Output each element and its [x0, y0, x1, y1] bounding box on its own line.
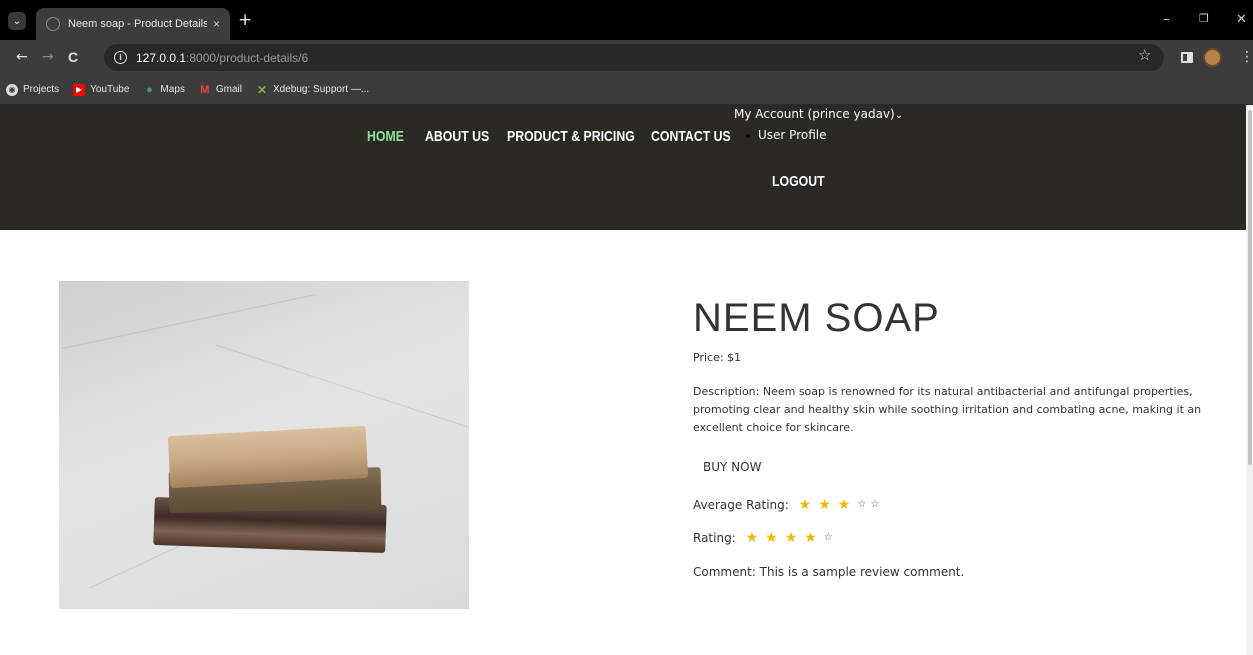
star-filled-icon: ★: [798, 497, 812, 513]
review-comment: Comment: This is a sample review comment…: [693, 565, 965, 579]
user-rating: Rating: ★ ★ ★ ★ ☆: [693, 531, 837, 545]
new-tab-button[interactable]: +: [238, 12, 252, 29]
close-window-button[interactable]: ✕: [1236, 12, 1247, 27]
url-host: 127.0.0.1: [136, 50, 187, 65]
bookmark-label: Maps: [160, 84, 185, 95]
nav-home[interactable]: HOME: [367, 128, 404, 145]
bookmark-xdebug[interactable]: ✕ Xdebug: Support —...: [256, 82, 370, 97]
back-button[interactable]: ←: [16, 49, 28, 65]
site-header: [0, 105, 1253, 230]
marble-vein: [216, 344, 469, 439]
bookmarks-bar: ◉ Projects ▶ YouTube ● Maps M Gmail ✕ Xd…: [0, 75, 1253, 105]
average-rating-label: Average Rating:: [693, 498, 789, 512]
tab-active[interactable]: Neem soap - Product Details ×: [36, 8, 230, 40]
globe-icon: [46, 17, 60, 31]
profile-avatar[interactable]: [1203, 48, 1222, 67]
average-rating: Average Rating: ★ ★ ★ ☆ ☆: [693, 498, 883, 512]
nav-about-us[interactable]: ABOUT US: [425, 128, 489, 145]
bookmark-label: Gmail: [215, 84, 242, 95]
product-title: NEEM SOAP: [693, 296, 940, 340]
star-filled-icon: ★: [837, 497, 851, 513]
scrollbar-thumb[interactable]: [1248, 110, 1252, 465]
globe-icon: ◉: [6, 83, 18, 96]
my-account-dropdown[interactable]: My Account (prince yadav)⌄: [734, 107, 903, 121]
buy-now-button[interactable]: BUY NOW: [703, 460, 761, 474]
soap-bar-top: [167, 425, 369, 489]
reload-button[interactable]: C: [68, 49, 78, 65]
side-panel-icon[interactable]: [1181, 52, 1193, 63]
tab-search-button[interactable]: ⌄: [8, 12, 26, 30]
star-empty-icon: ☆: [823, 532, 833, 543]
logout-link[interactable]: LOGOUT: [772, 173, 825, 190]
product-price: Price: $1: [693, 351, 742, 364]
product-description: Description: Neem soap is renowned for i…: [693, 385, 1202, 434]
maps-icon: ●: [146, 83, 153, 96]
user-profile-link[interactable]: User Profile: [746, 128, 826, 142]
bookmark-projects[interactable]: ◉ Projects: [6, 83, 60, 96]
product-image: [59, 281, 469, 609]
marble-vein: [61, 293, 317, 350]
rating-label: Rating:: [693, 531, 736, 545]
star-filled-icon: ★: [818, 497, 831, 513]
youtube-icon: ▶: [73, 83, 86, 96]
bookmark-maps[interactable]: ● Maps: [143, 83, 185, 96]
bookmark-label: Xdebug: Support —...: [273, 84, 370, 95]
minimize-button[interactable]: –: [1163, 12, 1170, 27]
rating-stars: ★ ★ ★ ★ ☆: [745, 530, 837, 546]
url-text[interactable]: 127.0.0.1:8000/product-details/6: [136, 51, 308, 65]
average-rating-stars: ★ ★ ★ ☆ ☆: [798, 497, 884, 513]
nav-product-pricing[interactable]: PRODUCT & PRICING: [507, 128, 635, 145]
star-empty-icon: ☆: [857, 499, 867, 510]
star-filled-icon: ★: [765, 530, 778, 546]
user-profile-label: User Profile: [758, 128, 827, 142]
forward-button[interactable]: →: [42, 49, 54, 65]
account-label: My Account (prince yadav): [734, 107, 895, 121]
browser-toolbar: ← → C i 127.0.0.1:8000/product-details/6…: [0, 40, 1253, 75]
bullet-icon: [746, 133, 750, 138]
bookmark-label: Projects: [23, 84, 60, 95]
url-path: :8000/product-details/6: [186, 50, 309, 65]
star-filled-icon: ★: [804, 530, 817, 546]
address-bar[interactable]: i 127.0.0.1:8000/product-details/6: [104, 44, 1164, 71]
restore-button[interactable]: ❐: [1199, 12, 1209, 25]
tab-title: Neem soap - Product Details: [68, 18, 207, 30]
xdebug-icon: ✕: [256, 82, 268, 97]
tab-close-icon[interactable]: ×: [213, 17, 220, 31]
gmail-icon: M: [200, 83, 210, 96]
menu-icon[interactable]: ⋮: [1240, 49, 1253, 65]
bookmark-star-icon[interactable]: ☆: [1138, 46, 1151, 64]
bookmark-gmail[interactable]: M Gmail: [199, 84, 242, 96]
info-icon[interactable]: i: [114, 51, 127, 64]
nav-contact-us[interactable]: CONTACT US: [651, 128, 731, 145]
star-filled-icon: ★: [784, 530, 798, 546]
star-filled-icon: ★: [745, 530, 759, 546]
star-empty-icon: ☆: [870, 499, 880, 510]
chevron-down-icon: ⌄: [894, 110, 904, 121]
tab-strip: ⌄ Neem soap - Product Details × + – ❐ ✕: [0, 0, 1253, 40]
bookmark-youtube[interactable]: ▶ YouTube: [73, 83, 130, 96]
bookmark-label: YouTube: [90, 84, 130, 95]
